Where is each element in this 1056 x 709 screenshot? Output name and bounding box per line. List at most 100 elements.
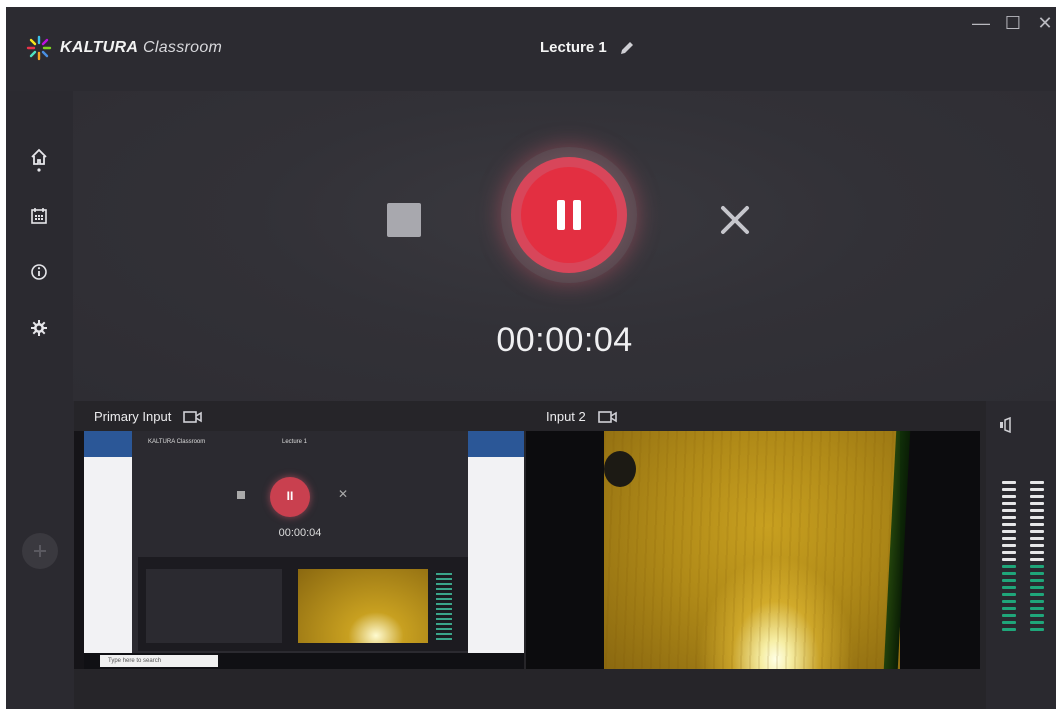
meter-segment [1030,481,1044,484]
input2-label: Input 2 [546,409,586,424]
meter-segment [1002,628,1016,631]
meter-segment [1002,537,1016,540]
meter-segment [1030,502,1044,505]
meter-segment [1030,607,1044,610]
meter-segment [1002,502,1016,505]
meter-segment [1030,558,1044,561]
preview-word-window-right [466,431,524,659]
meter-segment [1002,572,1016,575]
input-feeds: Primary Input Input 2 KALTURA Classroom … [74,401,986,709]
home-icon [31,148,47,172]
meter-segment [1002,607,1016,610]
camera-icon[interactable] [597,410,618,424]
recording-timer: 00:00:04 [496,321,633,359]
preview-timer: 00:00:04 [278,527,322,539]
meter-segment [1030,551,1044,554]
app-logo: KALTURA Classroom [26,35,222,61]
lecture-title: Lecture 1 [540,39,607,56]
meter-segment [1002,481,1016,484]
window-controls: — ☐ ✕ [970,13,1056,34]
preview-taskbar: Type here to search [84,653,524,669]
meter-segment [1002,495,1016,498]
nav-home[interactable] [26,147,52,173]
preview-stop-button [237,491,245,499]
nav-info[interactable] [26,259,52,285]
preview-cancel-icon: ✕ [338,487,349,501]
audio-meter-right [1030,481,1044,635]
meter-segment [1002,530,1016,533]
camera-icon[interactable] [183,410,203,424]
stop-button[interactable] [387,203,421,237]
preview-search-box: Type here to search [100,655,218,667]
nav-settings[interactable] [26,315,52,341]
camera-dark-spot [604,451,636,487]
meter-segment [1030,495,1044,498]
meter-segment [1030,628,1044,631]
meter-segment [1002,565,1016,568]
meter-segment [1030,621,1044,624]
preview-lecture-title: Lecture 1 [282,439,308,445]
meter-segment [1002,509,1016,512]
kaltura-logo-icon [26,35,52,61]
meter-segment [1030,572,1044,575]
add-input-button[interactable] [22,533,58,569]
pause-button[interactable] [501,147,637,283]
preview-kaltura-app: KALTURA Classroom Lecture 1 ✕ 00:00:04 [132,431,468,653]
meter-segment [1002,523,1016,526]
input2-preview[interactable] [526,431,980,669]
meter-segment [1030,579,1044,582]
meter-segment [1002,488,1016,491]
meter-segment [1030,516,1044,519]
gear-icon [31,320,47,336]
meter-segment [1002,551,1016,554]
info-icon [31,264,47,280]
meter-segment [1002,593,1016,596]
meter-segment [1002,621,1016,624]
meter-segment [1030,488,1044,491]
speaker-icon[interactable] [998,417,1018,433]
edit-pencil-icon[interactable] [619,40,635,56]
lecture-title-area[interactable]: Lecture 1 [540,39,635,56]
audio-meter-left [1002,481,1016,635]
meter-segment [1002,544,1016,547]
nav-schedule[interactable] [26,203,52,229]
kaltura-classroom-window: KALTURA Classroom Lecture 1 — ☐ ✕ 00:00:… [6,7,1056,709]
pause-icon [521,167,617,263]
add-input-column [6,401,74,709]
maximize-button[interactable]: ☐ [1002,13,1024,34]
meter-segment [1030,509,1044,512]
meter-segment [1030,600,1044,603]
camera-wood-surface [604,431,911,669]
meter-segment [1002,600,1016,603]
meter-segment [1030,593,1044,596]
calendar-icon [31,208,47,224]
minimize-button[interactable]: — [970,13,992,34]
brand-name: KALTURA Classroom [60,39,223,56]
audio-meters-panel [986,401,1056,709]
preview-pause-button [270,477,310,517]
meter-segment [1002,558,1016,561]
meter-segment [1002,586,1016,589]
primary-input-preview[interactable]: KALTURA Classroom Lecture 1 ✕ 00:00:04 T… [74,431,524,669]
preview-meter [436,573,452,643]
preview-brand: KALTURA Classroom [148,439,206,445]
primary-input-header: Primary Input [94,409,203,424]
primary-input-label: Primary Input [94,409,172,424]
input2-header: Input 2 [546,409,618,424]
title-bar: KALTURA Classroom Lecture 1 — ☐ ✕ [6,7,1056,91]
cancel-recording-button[interactable] [718,203,752,237]
meter-segment [1030,544,1044,547]
meter-segment [1030,614,1044,617]
meter-segment [1030,523,1044,526]
meter-segment [1030,565,1044,568]
recording-panel: 00:00:04 [73,91,1056,401]
meter-segment [1002,516,1016,519]
meter-segment [1030,586,1044,589]
meter-segment [1030,537,1044,540]
inputs-panel: Primary Input Input 2 KALTURA Classroom … [6,401,1056,709]
meter-segment [1030,530,1044,533]
meter-segment [1002,614,1016,617]
preview-inputs [138,557,468,651]
close-window-button[interactable]: ✕ [1034,13,1056,34]
pause-button-ring [511,157,627,273]
